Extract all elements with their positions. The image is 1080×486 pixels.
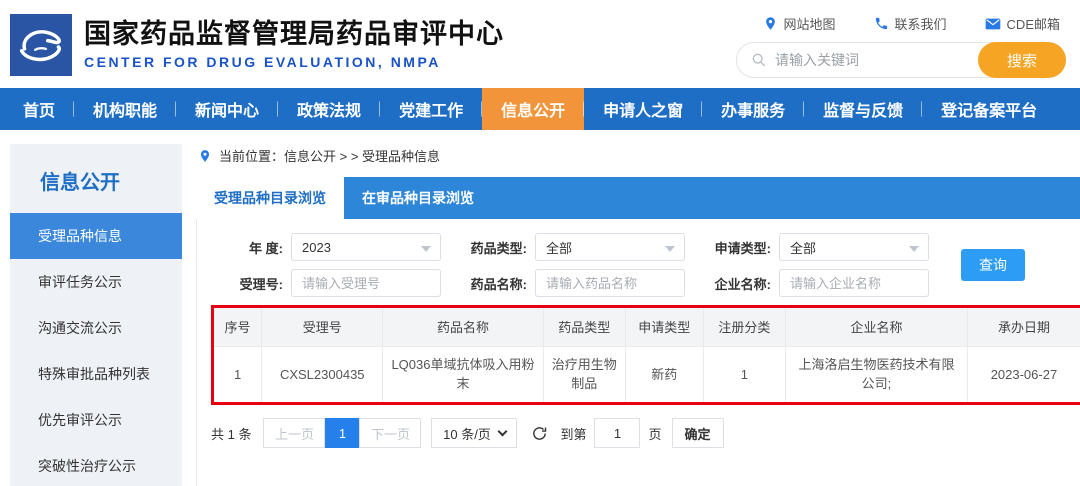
cde-logo [10, 14, 72, 76]
query-button[interactable]: 查询 [961, 249, 1025, 281]
drug-name-input[interactable] [546, 275, 674, 291]
contact-link[interactable]: 联系我们 [874, 14, 947, 33]
phone-icon [875, 17, 887, 30]
nav-item-services[interactable]: 办事服务 [702, 88, 804, 130]
search-input[interactable] [775, 52, 965, 68]
mail-icon [985, 18, 1000, 29]
tab-panel: 年 度: 2023 药品类型: 全部 申请类型: 全部 受理号: 请输入受理号 … [196, 219, 1080, 486]
location-pin-icon [200, 149, 210, 162]
main-nav: 首页 机构职能 新闻中心 政策法规 党建工作 信息公开 申请人之窗 办事服务 监… [0, 88, 1080, 130]
nav-item-news[interactable]: 新闻中心 [176, 88, 278, 130]
main-panel: 当前位置：信息公开 > > 受理品种信息 受理品种目录浏览 在审品种目录浏览 年… [196, 144, 1080, 486]
breadcrumb-text: 当前位置：信息公开 > > 受理品种信息 [219, 149, 441, 164]
sidebar-item-breakthrough[interactable]: 突破性治疗公示 [10, 443, 182, 486]
cell-company: 上海洛启生物医药技术有限公司; [785, 345, 968, 402]
results-table: 序号 受理号 药品名称 药品类型 申请类型 注册分类 企业名称 承办日期 1 C… [214, 308, 1080, 402]
nav-item-home[interactable]: 首页 [4, 88, 74, 130]
drug-name-field [535, 269, 685, 297]
tab-under-review-catalog[interactable]: 在审品种目录浏览 [344, 177, 492, 219]
page-word: 页 [648, 426, 662, 442]
col-apply-type: 申请类型 [624, 308, 704, 347]
confirm-button[interactable]: 确定 [671, 418, 724, 448]
drug-name-label: 药品名称: [470, 276, 527, 292]
filter-form: 年 度: 2023 药品类型: 全部 申请类型: 全部 受理号: 请输入受理号 … [211, 233, 1080, 297]
prev-page-button[interactable]: 上一页 [263, 418, 326, 448]
table-row: 1 CXSL2300435 LQ036单域抗体吸入用粉末 治疗用生物制品 新药 … [214, 345, 1080, 402]
col-date: 承办日期 [966, 308, 1080, 347]
breadcrumb: 当前位置：信息公开 > > 受理品种信息 [198, 146, 1080, 165]
drug-type-select[interactable]: 全部 [535, 233, 685, 261]
goto-label: 到第 [560, 426, 587, 442]
table-header-row: 序号 受理号 药品名称 药品类型 申请类型 注册分类 企业名称 承办日期 [214, 308, 1080, 347]
search-icon [752, 53, 766, 67]
search-button[interactable]: 搜索 [978, 42, 1066, 78]
total-count: 共 1 条 [211, 426, 252, 442]
chevron-down-icon [497, 426, 508, 436]
nav-item-functions[interactable]: 机构职能 [74, 88, 176, 130]
nav-item-info-disclosure[interactable]: 信息公开 [482, 88, 585, 130]
refresh-button[interactable] [531, 425, 548, 442]
sidebar-item-special-approval[interactable]: 特殊审批品种列表 [10, 351, 182, 397]
tab-accepted-catalog[interactable]: 受理品种目录浏览 [196, 177, 344, 219]
header-quick-links: 网站地图 联系我们 CDE邮箱 [763, 14, 1060, 33]
col-drug-name: 药品名称 [382, 308, 544, 347]
accept-no-label: 受理号: [239, 276, 283, 292]
next-page-button[interactable]: 下一页 [359, 418, 422, 448]
chevron-down-icon [421, 246, 431, 252]
accept-no-input[interactable] [302, 275, 430, 291]
nav-item-party[interactable]: 党建工作 [380, 88, 482, 130]
cell-accept-no: CXSL2300435 [261, 345, 384, 402]
page-size-select[interactable]: 10 条/页 [431, 418, 518, 448]
results-table-highlight: 序号 受理号 药品名称 药品类型 申请类型 注册分类 企业名称 承办日期 1 C… [211, 305, 1080, 405]
sitemap-link[interactable]: 网站地图 [763, 14, 836, 33]
cell-seq: 1 [214, 345, 263, 402]
sidebar: 信息公开 受理品种信息 审评任务公示 沟通交流公示 特殊审批品种列表 优先审评公… [10, 144, 182, 486]
apply-type-select[interactable]: 全部 [779, 233, 929, 261]
chevron-down-icon [909, 246, 919, 252]
site-header: 国家药品监督管理局药品审评中心 CENTER FOR DRUG EVALUATI… [0, 0, 1080, 88]
year-label: 年 度: [249, 240, 283, 256]
chevron-down-icon [665, 246, 675, 252]
sidebar-item-communication[interactable]: 沟通交流公示 [10, 305, 182, 351]
year-select[interactable]: 2023 [291, 233, 441, 261]
company-label: 企业名称: [714, 276, 771, 292]
tab-bar: 受理品种目录浏览 在审品种目录浏览 [196, 177, 1080, 219]
sidebar-item-review-tasks[interactable]: 审评任务公示 [10, 259, 182, 305]
nav-item-registration[interactable]: 登记备案平台 [922, 88, 1056, 130]
map-pin-icon [765, 17, 775, 30]
drug-type-label: 药品类型: [470, 240, 527, 256]
company-input[interactable] [790, 275, 918, 291]
goto-page-input[interactable] [594, 418, 641, 448]
content-area: 信息公开 受理品种信息 审评任务公示 沟通交流公示 特殊审批品种列表 优先审评公… [0, 130, 1080, 486]
pagination: 共 1 条 上一页 1 下一页 10 条/页 到第 页 确定 [211, 418, 1080, 448]
cell-date: 2023-06-27 [966, 345, 1080, 402]
sidebar-item-priority-review[interactable]: 优先审评公示 [10, 397, 182, 443]
cell-reg-class: 1 [702, 345, 787, 402]
company-field [779, 269, 929, 297]
cell-apply-type: 新药 [624, 345, 704, 402]
refresh-icon [533, 426, 547, 440]
col-reg-class: 注册分类 [702, 308, 787, 347]
current-page-button[interactable]: 1 [325, 418, 360, 448]
nav-item-applicant[interactable]: 申请人之窗 [584, 88, 702, 130]
site-title: 国家药品监督管理局药品审评中心 [84, 18, 504, 49]
col-accept-no: 受理号 [261, 308, 384, 347]
cell-drug-type: 治疗用生物制品 [542, 345, 626, 402]
sidebar-item-accepted-varieties[interactable]: 受理品种信息 [10, 213, 182, 259]
cell-drug-name: LQ036单域抗体吸入用粉末 [382, 345, 544, 402]
sidebar-title: 信息公开 [40, 172, 120, 194]
accept-no-field [291, 269, 441, 297]
col-seq: 序号 [214, 308, 263, 347]
site-subtitle: CENTER FOR DRUG EVALUATION, NMPA [84, 54, 441, 71]
nav-item-supervision[interactable]: 监督与反馈 [804, 88, 922, 130]
col-company: 企业名称 [785, 308, 968, 347]
nav-item-policy[interactable]: 政策法规 [278, 88, 380, 130]
col-drug-type: 药品类型 [542, 308, 626, 347]
apply-type-label: 申请类型: [714, 240, 771, 256]
cde-mail-link[interactable]: CDE邮箱 [985, 14, 1060, 33]
